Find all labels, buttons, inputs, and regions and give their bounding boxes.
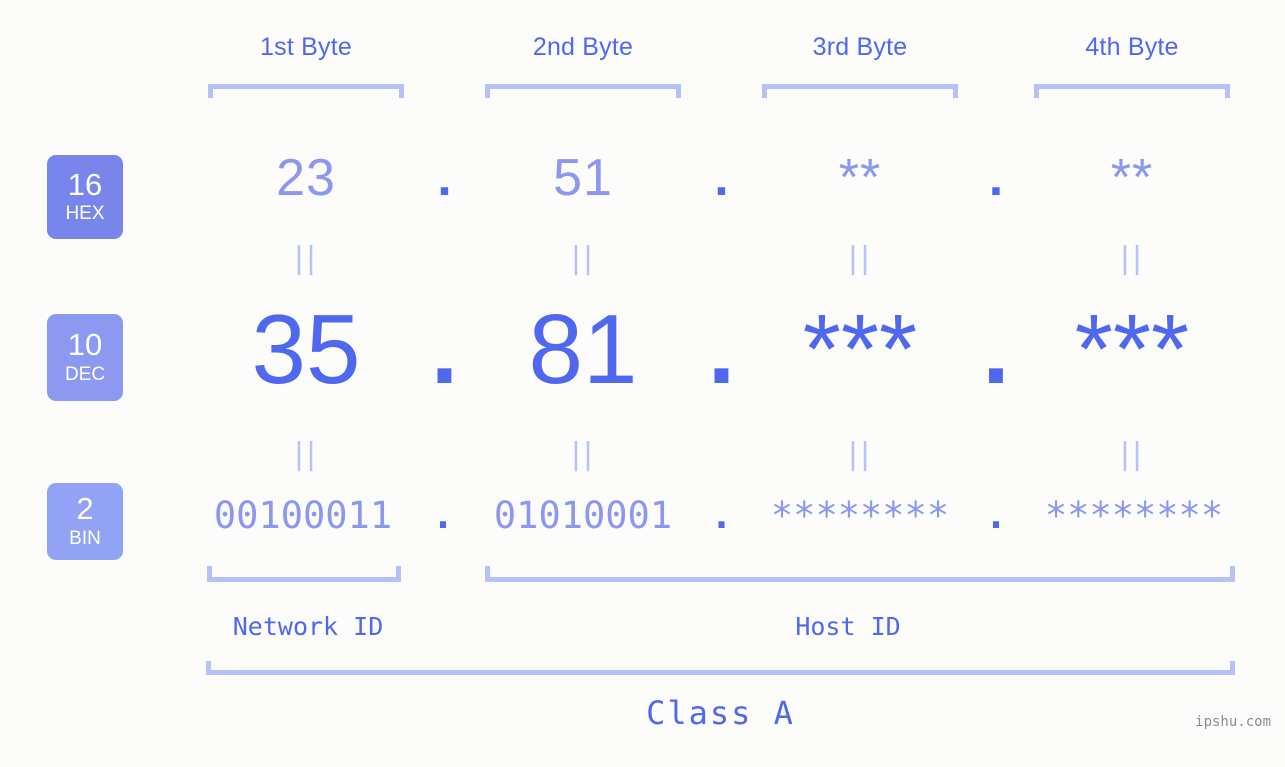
- network-id-label: Network ID: [232, 612, 384, 641]
- equals-mark-dec-bin-2: ||: [570, 437, 596, 472]
- dec-byte-2: 81: [528, 294, 638, 404]
- byte-bracket-1: [208, 84, 404, 98]
- byte-bracket-4: [1034, 84, 1230, 98]
- base-badge-hex-abbr: HEX: [65, 203, 105, 225]
- base-badge-dec-abbr: DEC: [64, 363, 106, 385]
- base-badge-hex: 16 HEX: [47, 155, 123, 239]
- hex-separator-1: .: [437, 149, 452, 207]
- host-id-bracket: [485, 566, 1235, 582]
- dec-separator-3: .: [982, 294, 1010, 404]
- bin-byte-3: ********: [770, 494, 950, 537]
- dec-separator-2: .: [707, 294, 736, 404]
- base-badge-bin-number: 2: [76, 491, 94, 527]
- dec-byte-4: ***: [1074, 294, 1190, 404]
- base-badge-dec: 10 DEC: [47, 314, 123, 401]
- class-bracket: [206, 661, 1235, 675]
- equals-mark-hex-dec-4: ||: [1119, 241, 1145, 276]
- equals-mark-dec-bin-1: ||: [293, 437, 319, 472]
- equals-mark-hex-dec-3: ||: [847, 241, 873, 276]
- bin-byte-2: 01010001: [493, 494, 673, 537]
- network-id-bracket: [207, 566, 401, 582]
- hex-byte-3: **: [838, 149, 882, 207]
- byte-header-2: 2nd Byte: [532, 33, 634, 61]
- host-id-label: Host ID: [795, 612, 901, 641]
- byte-header-1: 1st Byte: [260, 33, 352, 61]
- hex-separator-3: .: [988, 149, 1004, 207]
- hex-separator-2: .: [714, 149, 729, 207]
- equals-mark-dec-bin-3: ||: [847, 437, 873, 472]
- byte-header-4: 4th Byte: [1085, 33, 1179, 61]
- dec-byte-1: 35: [251, 294, 361, 404]
- byte-bracket-2: [485, 84, 681, 98]
- hex-byte-4: **: [1110, 149, 1154, 207]
- bin-separator-1: .: [431, 494, 455, 537]
- site-watermark: ipshu.com: [1195, 714, 1271, 730]
- bin-separator-2: .: [710, 494, 733, 537]
- base-badge-hex-number: 16: [67, 166, 103, 202]
- bin-byte-1: 00100011: [213, 494, 393, 537]
- dec-separator-1: .: [430, 294, 459, 404]
- equals-mark-dec-bin-4: ||: [1119, 437, 1145, 472]
- hex-byte-1: 23: [276, 149, 336, 207]
- equals-mark-hex-dec-2: ||: [570, 241, 596, 276]
- class-label: Class A: [646, 694, 795, 732]
- dec-byte-3: ***: [802, 294, 918, 404]
- base-badge-bin: 2 BIN: [47, 483, 123, 560]
- hex-byte-2: 51: [553, 149, 613, 207]
- bin-separator-3: .: [984, 494, 1008, 537]
- ip-address-breakdown-diagram: 1st Byte 2nd Byte 3rd Byte 4th Byte 16 H…: [0, 0, 1285, 767]
- equals-mark-hex-dec-1: ||: [293, 241, 319, 276]
- byte-header-3: 3rd Byte: [812, 33, 908, 61]
- bin-byte-4: ********: [1044, 494, 1224, 537]
- base-badge-dec-number: 10: [67, 327, 103, 363]
- base-badge-bin-abbr: BIN: [69, 527, 101, 549]
- byte-bracket-3: [762, 84, 958, 98]
